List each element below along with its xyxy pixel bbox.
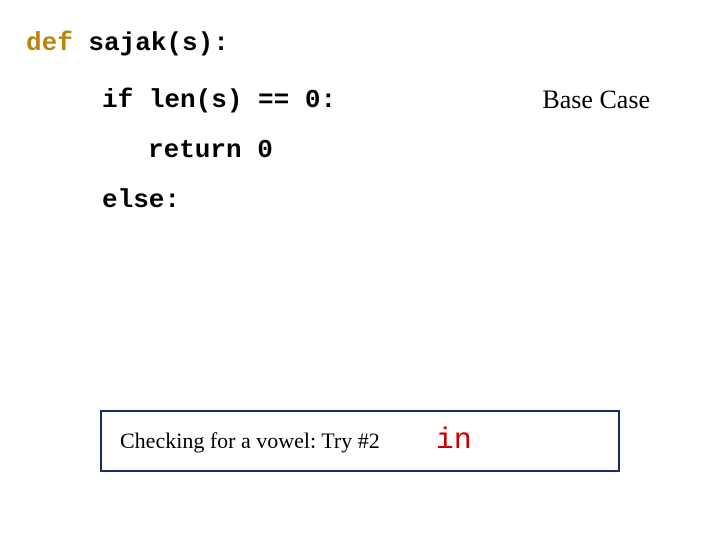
hint-keyword-in: in [436,424,472,458]
code-line-else: else: [102,185,180,215]
keyword-if: if [102,85,133,115]
return-value: 0 [242,135,273,165]
if-condition: len(s) == 0: [133,85,336,115]
keyword-def: def [26,28,73,58]
keyword-return: return [148,135,242,165]
annotation-base-case: Base Case [542,85,650,115]
hint-box: Checking for a vowel: Try #2 in [100,410,620,472]
code-line-if: if len(s) == 0: [102,85,336,115]
else-colon: : [164,185,180,215]
func-signature: sajak(s): [73,28,229,58]
keyword-else: else [102,185,164,215]
hint-text: Checking for a vowel: Try #2 [120,428,380,454]
code-line-def: def sajak(s): [26,28,229,58]
code-line-return: return 0 [148,135,273,165]
